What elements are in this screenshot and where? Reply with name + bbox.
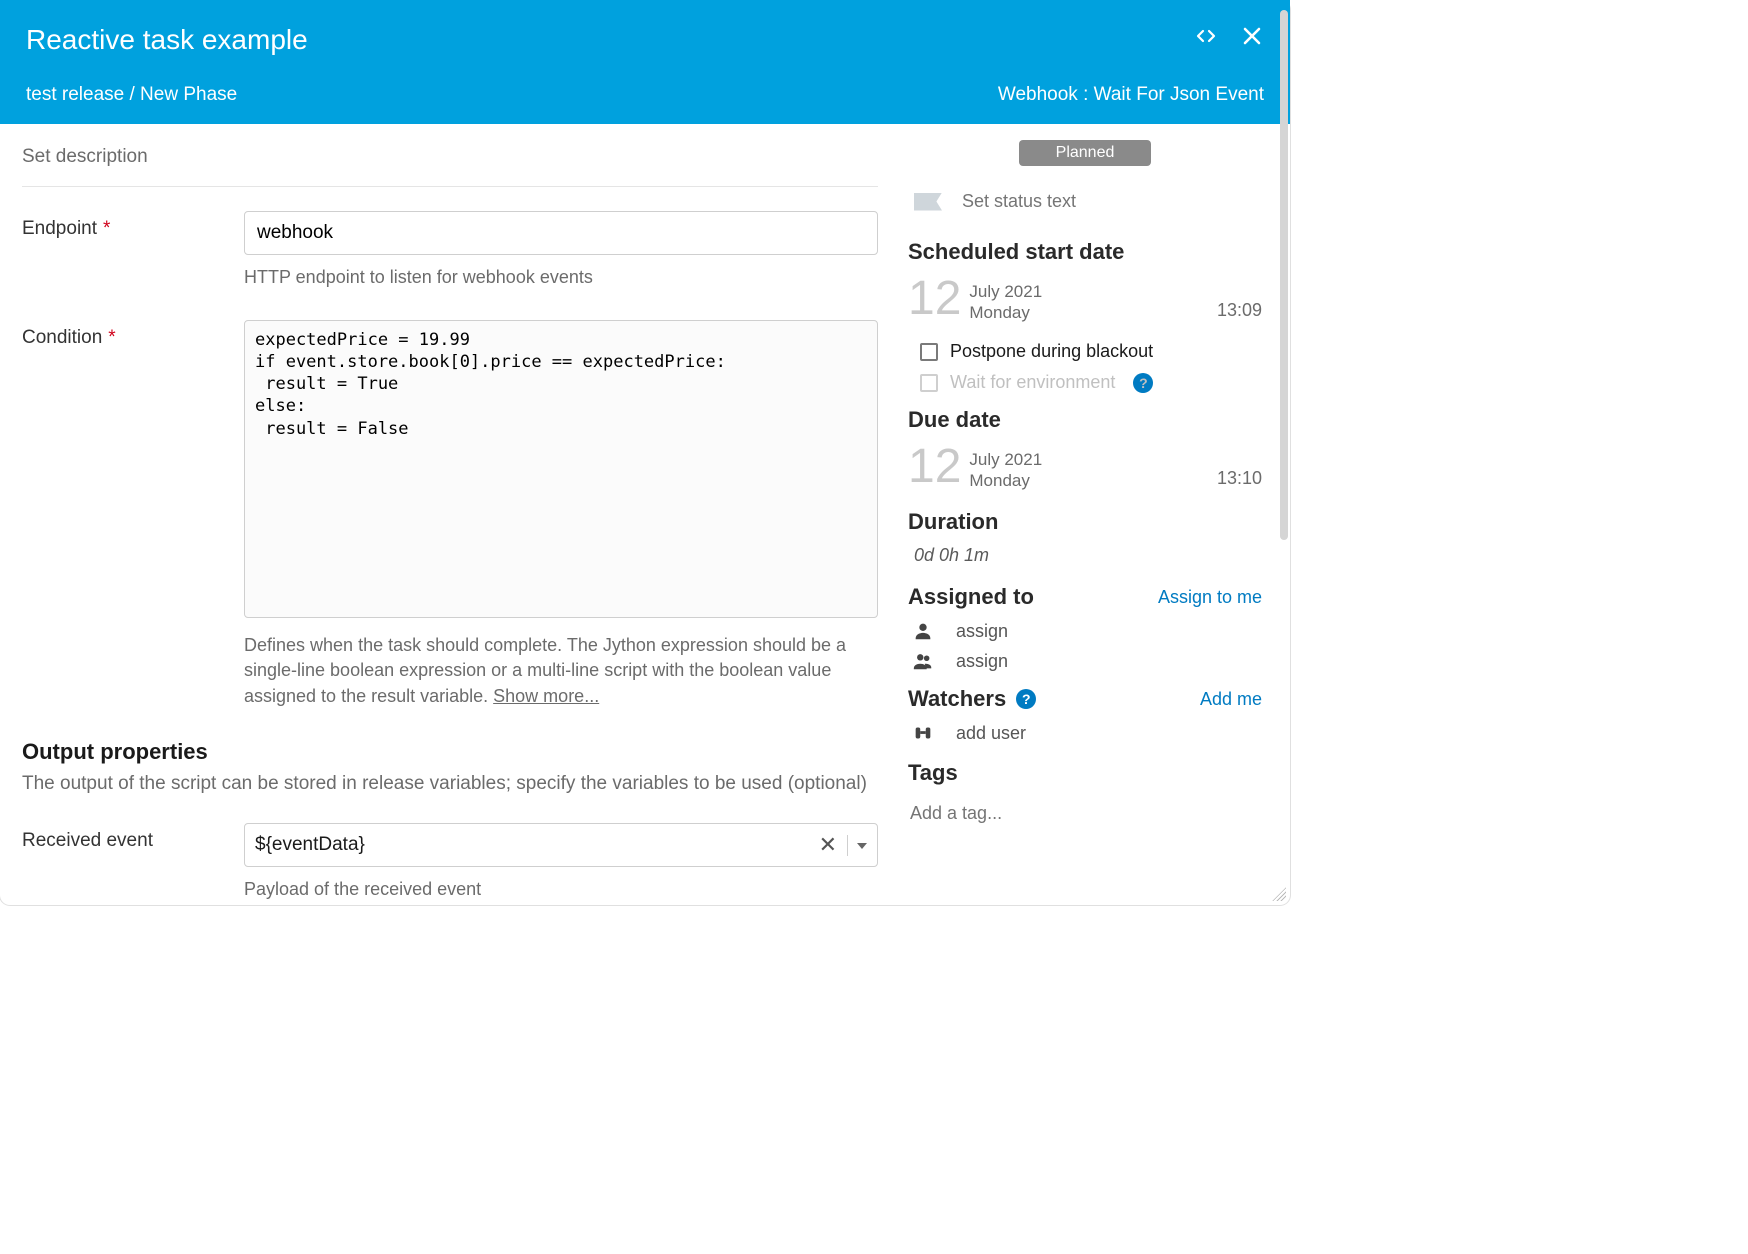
due-date-picker[interactable]: 12 July 2021 Monday 13:10	[908, 443, 1262, 491]
add-watcher-placeholder: add user	[956, 723, 1026, 744]
user-icon	[912, 620, 934, 642]
start-date-picker[interactable]: 12 July 2021 Monday 13:09	[908, 275, 1262, 323]
output-properties-heading: Output properties	[22, 739, 878, 765]
status-text-input[interactable]	[960, 190, 1160, 213]
duration-value: 0d 0h 1m	[914, 545, 1262, 566]
condition-input[interactable]	[244, 320, 878, 618]
task-main-panel: Set description Endpoint* HTTP endpoint …	[0, 124, 908, 909]
start-date-heading: Scheduled start date	[908, 239, 1262, 265]
duration-heading: Duration	[908, 509, 1262, 535]
close-icon[interactable]	[1240, 24, 1264, 48]
scrollbar[interactable]	[1280, 10, 1288, 540]
due-date-heading: Due date	[908, 407, 1262, 433]
received-event-value: ${eventData}	[255, 834, 809, 856]
dialog-title: Reactive task example	[26, 24, 308, 56]
received-event-label: Received event	[22, 823, 244, 902]
assign-user-row[interactable]: assign	[912, 620, 1262, 642]
description-field[interactable]: Set description	[22, 146, 878, 187]
received-event-select[interactable]: ${eventData} ✕	[244, 823, 878, 867]
watchers-heading: Watchers	[908, 686, 1006, 712]
postpone-checkbox-row[interactable]: Postpone during blackout	[920, 341, 1262, 362]
due-date-month-year: July 2021	[969, 449, 1042, 470]
users-icon	[912, 650, 934, 672]
wait-env-checkbox-row: Wait for environment ?	[920, 372, 1262, 393]
assign-user-placeholder: assign	[956, 621, 1008, 642]
assign-to-me-link[interactable]: Assign to me	[1158, 587, 1262, 608]
assign-group-row[interactable]: assign	[912, 650, 1262, 672]
code-icon[interactable]	[1194, 24, 1218, 48]
start-date-month-year: July 2021	[969, 281, 1042, 302]
show-more-link[interactable]: Show more...	[493, 686, 599, 706]
condition-label: Condition*	[22, 320, 244, 709]
help-icon[interactable]: ?	[1016, 689, 1036, 709]
resize-grip[interactable]	[1272, 887, 1286, 901]
help-icon[interactable]: ?	[1133, 373, 1153, 393]
chevron-down-icon[interactable]	[847, 835, 867, 856]
tags-heading: Tags	[908, 760, 1262, 786]
start-date-day: 12	[908, 275, 961, 323]
task-type-label: Webhook : Wait For Json Event	[998, 84, 1264, 106]
endpoint-label: Endpoint*	[22, 211, 244, 290]
assigned-to-heading: Assigned to	[908, 584, 1034, 610]
add-me-link[interactable]: Add me	[1200, 689, 1262, 710]
add-watcher-row[interactable]: add user	[912, 722, 1262, 744]
task-side-panel: Planned Scheduled start date 12 July 202…	[908, 124, 1290, 909]
wait-env-checkbox-label: Wait for environment	[950, 372, 1115, 393]
wait-env-checkbox	[920, 374, 938, 392]
postpone-checkbox-label: Postpone during blackout	[950, 341, 1153, 362]
due-date-time: 13:10	[1217, 468, 1262, 491]
breadcrumb[interactable]: test release / New Phase	[26, 84, 237, 106]
assign-group-placeholder: assign	[956, 651, 1008, 672]
endpoint-input[interactable]	[244, 211, 878, 255]
tag-input[interactable]	[908, 802, 1262, 825]
received-event-hint: Payload of the received event	[244, 877, 878, 902]
due-date-day: 12	[908, 443, 961, 491]
output-properties-subtitle: The output of the script can be stored i…	[22, 771, 878, 798]
dialog-header: Reactive task example test release / New…	[0, 0, 1290, 124]
binoculars-icon	[912, 722, 934, 744]
start-date-weekday: Monday	[969, 302, 1042, 323]
endpoint-hint: HTTP endpoint to listen for webhook even…	[244, 265, 878, 290]
clear-icon[interactable]: ✕	[809, 834, 847, 856]
postpone-checkbox[interactable]	[920, 343, 938, 361]
flag-icon	[914, 193, 942, 211]
status-badge: Planned	[1019, 140, 1151, 166]
condition-hint: Defines when the task should complete. T…	[244, 633, 878, 709]
start-date-time: 13:09	[1217, 300, 1262, 323]
due-date-weekday: Monday	[969, 470, 1042, 491]
